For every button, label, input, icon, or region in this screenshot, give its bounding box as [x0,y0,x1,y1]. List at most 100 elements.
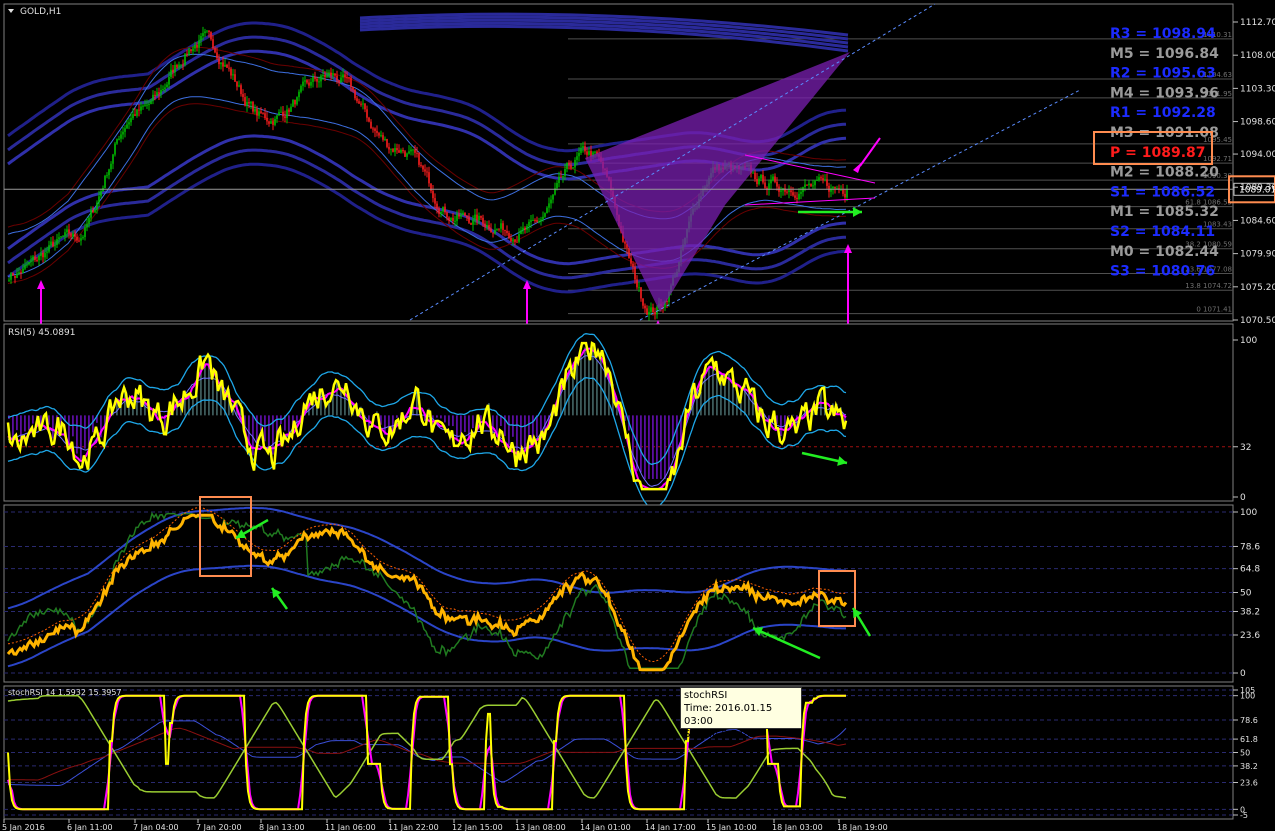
candle-body [258,111,260,116]
candle-body [132,114,134,119]
candle-body [314,77,316,79]
candle-body [472,219,474,225]
stochrsi-panel[interactable]: 10510078.661.85038.223.60-5 stochRSI 14 … [3,685,1258,820]
rsi-histogram-bar [204,363,206,416]
candle-body [268,121,270,124]
candle-body [182,64,184,66]
candle-body [764,182,766,188]
candle-body [582,146,584,148]
candle-body [538,221,540,223]
rsi-histogram-bar [464,415,466,432]
candle-body [216,52,218,59]
candle-body [366,109,368,118]
candle-body [226,64,228,68]
candle-body [542,216,544,220]
candle-body [502,223,504,230]
price-tick-label: 1079.90 [1240,250,1275,260]
candle-body [476,214,478,221]
candle-body [160,89,162,94]
candle-body [116,139,118,144]
candle-body [414,149,416,153]
rsi-histogram-bar [596,360,598,416]
stoch-tick-label: 78.6 [1240,716,1258,725]
rsi-histogram-bar [564,389,566,416]
candle-body [270,121,272,124]
candle-body [140,106,142,111]
candle-body [58,237,60,240]
rsi-histogram-bar [792,414,794,416]
candle-body [812,185,814,187]
candle-body [418,153,420,165]
rsi-title: RSI(5) 45.0891 [8,328,75,338]
candle-body [394,148,396,152]
candle-body [396,148,398,151]
rsi-panel[interactable]: 100 32 0 RSI(5) 45.0891 [3,323,1257,510]
pivot-label: M0 = 1082.44 [1110,244,1219,260]
candle-body [500,223,502,229]
candle-body [164,87,166,89]
band-tick-label: 50 [1240,589,1252,599]
pivot-label: R3 = 1098.94 [1110,26,1216,42]
band-tick-label: 78.6 [1240,542,1260,552]
candle-body [308,82,310,86]
candle-body [88,217,90,224]
stochrsi-title: stochRSI 14 1.5932 15.3957 [8,688,122,697]
candle-body [456,214,458,221]
candle-body [438,208,440,214]
trading-chart[interactable]: 1110.311104.631101.951095.451092.711090.… [0,0,1275,831]
candle-body [342,74,344,78]
candle-body [352,87,354,90]
candle-body [292,99,294,107]
pivot-label: R1 = 1092.28 [1110,105,1216,121]
candle-body [136,109,138,116]
candle-body [252,101,254,112]
candle-body [818,177,820,180]
pivot-label: S1 = 1086.52 [1110,184,1215,200]
candle-body [422,165,424,170]
candle-body [230,68,232,76]
band-oscillator-panel[interactable]: 100 78.6 64.8 50 38.2 23.6 0 [3,496,1260,683]
candle-body [428,172,430,184]
candle-body [354,89,356,99]
candle-body [820,177,822,179]
candle-body [322,74,324,76]
candle-body [536,220,538,222]
candle-body [760,174,762,179]
candle-body [168,77,170,85]
candle-body [834,186,836,189]
band-tick-label: 100 [1240,508,1257,518]
candle-body [826,179,828,186]
rsi-histogram-bar [212,380,214,416]
candle-body [550,199,552,204]
candle-body [178,64,180,68]
candle-body [18,272,20,274]
candle-body [26,264,28,266]
candle-body [474,214,476,220]
candle-body [332,73,334,76]
candle-body [434,198,436,204]
candle-body [540,219,542,222]
candle-body [38,256,40,261]
rsi-histogram-bar [640,415,642,473]
candle-body [52,241,54,247]
rsi-histogram-bar [68,415,70,443]
pivot-label: R2 = 1095.63 [1110,66,1216,82]
time-tick-label: 11 Jan 06:00 [325,823,376,831]
candle-body [560,176,562,178]
candle-body [510,237,512,242]
candle-body [320,75,322,82]
candle-body [534,219,536,221]
candle-body [462,212,464,216]
candle-body [44,252,46,258]
candle-body [264,113,266,118]
candle-body [14,275,16,278]
band-tick-label: 64.8 [1240,565,1260,575]
time-tick-label: 7 Jan 04:00 [133,823,179,831]
candle-body [410,149,412,152]
candle-body [190,49,192,52]
stoch-tick-label: -5 [1240,811,1248,820]
candle-body [810,183,812,187]
candle-body [274,118,276,125]
candle-body [642,298,644,306]
pivot-label: M5 = 1096.84 [1110,46,1219,62]
